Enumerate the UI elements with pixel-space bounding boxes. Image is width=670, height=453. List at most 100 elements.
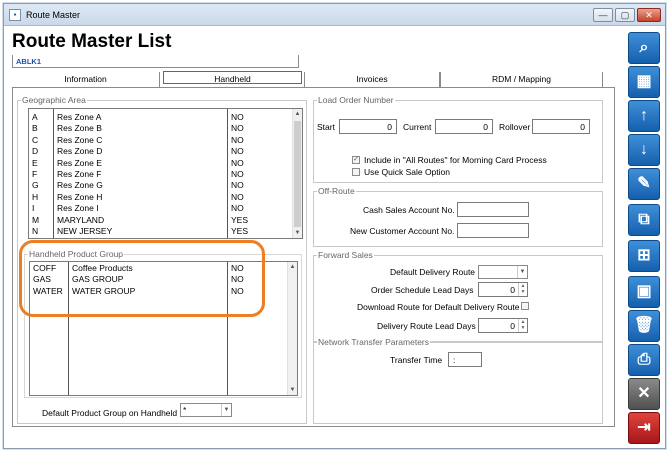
geographic-row[interactable]: F Res Zone F NO <box>29 169 302 180</box>
grid-button[interactable]: ▦ <box>628 66 660 98</box>
geographic-scrollbar[interactable]: ▲ ▼ <box>292 109 302 238</box>
cancel-button[interactable]: ✕ <box>628 378 660 410</box>
geographic-flag: NO <box>231 112 244 122</box>
geographic-code: I <box>32 203 35 214</box>
spin-arrows-icon[interactable]: ▲ ▼ <box>518 283 527 296</box>
load-order-label: Load Order Number <box>317 95 395 105</box>
geographic-code: E <box>32 157 38 168</box>
geographic-name: Res Zone B <box>57 123 102 134</box>
cancel-icon: ✕ <box>637 385 651 402</box>
scroll-up-icon[interactable]: ▲ <box>288 262 297 272</box>
geographic-flag: NO <box>231 191 244 202</box>
pencil-button[interactable]: ✎ <box>628 168 660 200</box>
order-lead-days-spinner[interactable]: 0 ▲ ▼ <box>478 282 528 297</box>
rollover-field[interactable]: 0 <box>532 119 590 134</box>
scroll-down-icon[interactable]: ▼ <box>293 228 302 238</box>
scroll-down-icon[interactable]: ▼ <box>288 385 297 395</box>
route-code: ABLK1 <box>12 55 299 68</box>
trash-icon: 🗑 <box>633 317 655 334</box>
geographic-row[interactable]: C Res Zone C NO <box>29 135 302 146</box>
arrow-down-button[interactable]: ↓ <box>628 134 660 166</box>
geographic-row[interactable]: N NEW JERSEY YES <box>29 226 302 237</box>
geographic-row[interactable]: M MARYLAND YES <box>29 215 302 226</box>
copy-add-button[interactable]: ⧉ <box>628 204 660 236</box>
spin-arrows-icon[interactable]: ▲ ▼ <box>518 319 527 332</box>
delivery-lead-days-spinner[interactable]: 0 ▲ ▼ <box>478 318 528 333</box>
cash-sales-field[interactable] <box>457 202 529 217</box>
current-field[interactable]: 0 <box>435 119 493 134</box>
geographic-row[interactable]: G Res Zone G NO <box>29 180 302 191</box>
restore-button[interactable]: ▢ <box>615 8 635 22</box>
geographic-row[interactable]: H Res Zone H NO <box>29 192 302 203</box>
download-route-label: Download Route for Default Delivery Rout… <box>357 302 520 312</box>
default-delivery-label: Default Delivery Route <box>390 267 476 277</box>
geographic-name: Res Zone G <box>57 180 103 191</box>
geographic-flag: YES <box>231 214 249 225</box>
geographic-area-list[interactable]: A Res Zone A NO B Res Zone B NO C Res Zone C NO D… <box>28 108 303 239</box>
save-button[interactable]: ▣ <box>628 276 660 308</box>
geographic-flag: NO <box>231 134 244 145</box>
print-button[interactable]: ⎙ <box>628 344 660 376</box>
order-lead-days-value: 0 <box>510 285 515 295</box>
network-transfer-label: Network Transfer Parameters <box>317 337 431 347</box>
geographic-flag: NO <box>231 168 244 179</box>
current-label: Current <box>403 122 432 132</box>
include-all-routes-label: Include in "All Routes" for Morning Card… <box>364 155 547 165</box>
start-field[interactable]: 0 <box>339 119 397 134</box>
transfer-time-field[interactable]: : <box>448 352 482 367</box>
geographic-code: B <box>32 123 38 134</box>
geographic-code: D <box>32 146 39 157</box>
tab-strip: Information Handheld Invoices RDM / Mapp… <box>12 71 622 87</box>
quick-sale-checkbox[interactable] <box>352 168 360 176</box>
geographic-row[interactable]: B Res Zone B NO <box>29 123 302 134</box>
scroll-up-icon[interactable]: ▲ <box>293 109 302 119</box>
geographic-name: Res Zone E <box>57 157 102 168</box>
cash-sales-label: Cash Sales Account No. <box>363 205 455 215</box>
geographic-name: Res Zone A <box>57 112 102 122</box>
geographic-name: Res Zone H <box>57 191 103 202</box>
scroll-thumb[interactable] <box>294 121 301 227</box>
minimize-button[interactable]: — <box>593 8 613 22</box>
geographic-code: G <box>32 180 39 191</box>
geographic-name: NEW JERSEY <box>57 225 113 236</box>
page-title: Route Master List <box>12 31 172 52</box>
close-button[interactable]: ✕ <box>637 8 661 22</box>
default-product-group-label: Default Product Group on Handheld <box>42 408 178 418</box>
save-new-button[interactable]: ⊞ <box>628 240 660 272</box>
arrow-up-button[interactable]: ↑ <box>628 100 660 132</box>
handheld-scrollbar[interactable]: ▲ ▼ <box>287 262 297 395</box>
tab-invoices[interactable]: Invoices <box>304 72 440 87</box>
arrow-down-icon: ↓ <box>640 141 648 158</box>
chevron-down-icon[interactable]: ▼ <box>221 404 231 416</box>
start-label: Start <box>317 122 335 132</box>
off-route-label: Off-Route <box>317 186 356 196</box>
search-button[interactable]: ⌕ <box>628 32 660 64</box>
grid-icon: ▦ <box>636 73 652 90</box>
geographic-name: Res Zone F <box>57 168 102 179</box>
exit-icon: ⇥ <box>637 419 651 436</box>
new-customer-field[interactable] <box>457 223 529 238</box>
geographic-row[interactable]: D Res Zone D NO <box>29 146 302 157</box>
exit-button[interactable]: ⇥ <box>628 412 660 444</box>
tab-information[interactable]: Information <box>12 72 160 87</box>
quick-sale-label: Use Quick Sale Option <box>364 167 450 177</box>
geographic-row[interactable]: I Res Zone I NO <box>29 203 302 214</box>
geographic-flag: NO <box>231 203 244 214</box>
app-icon[interactable]: ▪ <box>9 9 21 21</box>
trash-button[interactable]: 🗑 <box>628 310 660 342</box>
download-route-checkbox[interactable] <box>521 302 529 310</box>
default-product-group-select[interactable]: * ▼ <box>180 403 232 417</box>
chevron-down-icon[interactable]: ▼ <box>517 266 527 278</box>
tab-rdm-mapping[interactable]: RDM / Mapping <box>440 72 603 87</box>
tab-handheld[interactable]: Handheld <box>163 71 302 84</box>
geographic-row[interactable]: A Res Zone A NO <box>29 112 302 123</box>
load-order-group: Load Order Number Start 0 Current 0 Roll… <box>313 95 603 183</box>
geographic-row[interactable]: E Res Zone E NO <box>29 158 302 169</box>
geographic-area-label: Geographic Area <box>21 95 87 105</box>
forward-sales-label: Forward Sales <box>317 250 374 260</box>
default-delivery-select[interactable]: ▼ <box>478 265 528 279</box>
default-product-group-value: * <box>183 405 187 415</box>
include-all-routes-checkbox[interactable]: ✓ <box>352 156 360 164</box>
off-route-group: Off-Route Cash Sales Account No. New Cus… <box>313 186 603 247</box>
order-lead-days-label: Order Schedule Lead Days <box>371 285 474 295</box>
